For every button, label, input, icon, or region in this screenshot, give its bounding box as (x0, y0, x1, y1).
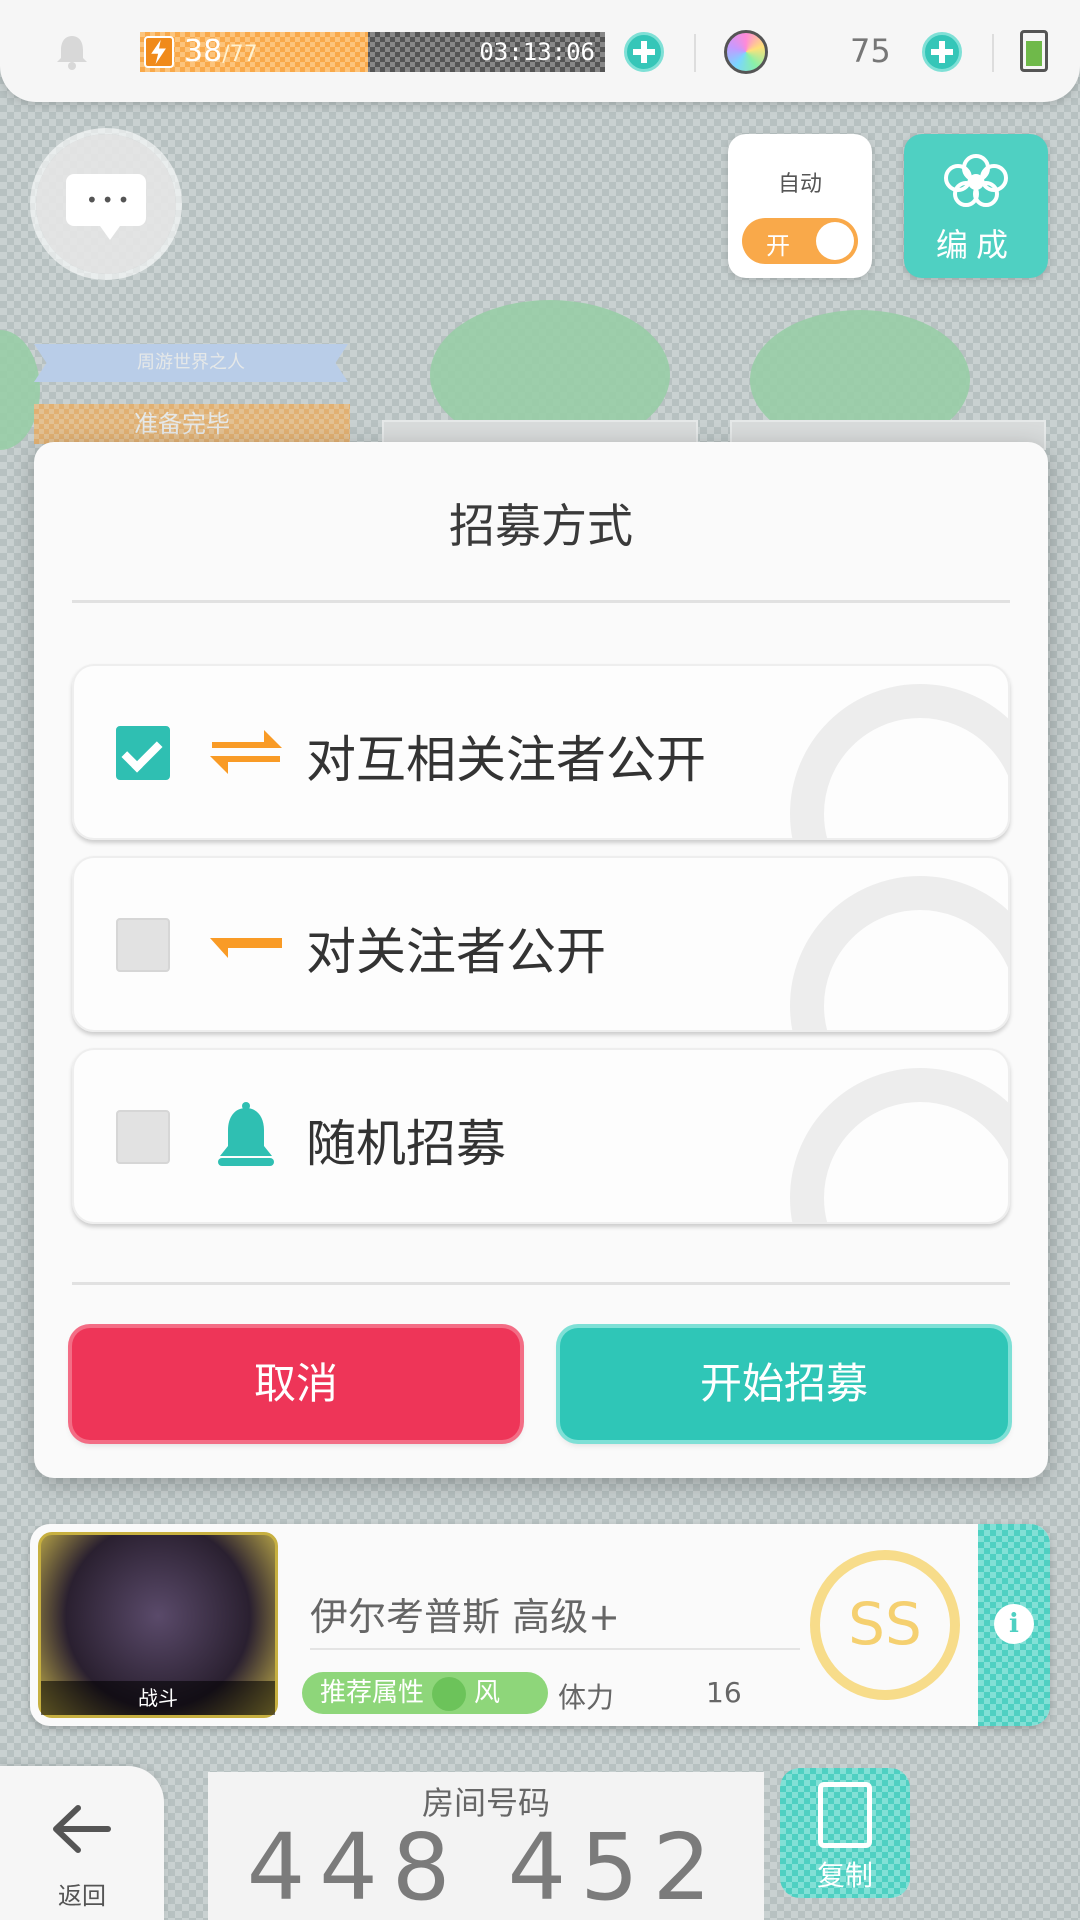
info-icon: i (994, 1604, 1034, 1644)
checkbox[interactable] (116, 1110, 170, 1164)
chat-bubble-icon: ••• (66, 174, 146, 240)
boss-portrait: 战斗 (38, 1532, 278, 1718)
auto-label: 自动 (777, 172, 822, 197)
room-number-panel: 房间号码 448 452 (208, 1772, 764, 1920)
cancel-button[interactable]: 取消 (72, 1328, 520, 1440)
battle-label: 战斗 (41, 1681, 275, 1715)
copy-label: 复制 (816, 1859, 873, 1892)
formation-button[interactable]: 编成 (904, 134, 1048, 278)
top-status-bar: 38/77 03:13:06 75 (0, 0, 1080, 102)
copy-button[interactable]: 复制 (780, 1768, 910, 1898)
stamina-timer: 03:13:06 (479, 38, 595, 66)
battery-icon (1020, 30, 1048, 72)
divider (992, 34, 994, 72)
attribute-prefix: 推荐属性 (320, 1678, 425, 1708)
add-stamina-button[interactable] (624, 32, 664, 72)
divider (694, 34, 696, 72)
lightning-icon (144, 36, 174, 68)
flower-icon (944, 154, 1008, 207)
divider (72, 600, 1010, 603)
option-random[interactable]: 随机招募 (72, 1048, 1010, 1224)
clipboard-icon (818, 1782, 872, 1848)
stamina-readout: 38/77 (184, 34, 258, 69)
wind-icon (432, 1676, 467, 1711)
stamina-cost-value: 16 (706, 1676, 742, 1709)
emblem-watermark (790, 876, 1010, 1032)
recruit-method-dialog: 招募方式 对互相关注者公开 对关注者公开 随机招募 取消 开始招募 (34, 442, 1048, 1478)
follow-arrow-icon (210, 938, 282, 958)
divider (72, 1282, 1010, 1285)
toggle-knob (816, 222, 854, 260)
bell-icon (218, 1102, 274, 1166)
info-button[interactable]: i (978, 1524, 1050, 1726)
gem-count: 75 (850, 32, 891, 70)
emblem-watermark (790, 1068, 1010, 1224)
add-gem-button[interactable] (922, 32, 962, 72)
recommended-attribute-badge: 推荐属性 风 (302, 1672, 548, 1714)
option-label: 随机招募 (306, 1115, 506, 1173)
back-button[interactable]: 返回 (0, 1766, 164, 1920)
dialog-title: 招募方式 (449, 499, 633, 553)
boss-name: 伊尔考普斯 高级+ (310, 1595, 620, 1639)
rank-badge: SS (810, 1550, 960, 1700)
bell-icon[interactable] (50, 30, 94, 74)
chat-button[interactable]: ••• (36, 134, 176, 274)
back-label: 返回 (58, 1882, 106, 1910)
room-number: 448 452 (246, 1814, 726, 1920)
stamina-cost-label: 体力 (558, 1681, 615, 1714)
check-icon (121, 731, 163, 773)
formation-label: 编成 (935, 226, 1016, 264)
auto-toggle-state: 开 (766, 232, 790, 260)
divider (310, 1648, 800, 1650)
auto-toggle[interactable]: 开 (742, 218, 858, 264)
option-followers[interactable]: 对关注者公开 (72, 856, 1010, 1032)
checkbox[interactable] (116, 726, 170, 780)
boss-info-card: 战斗 伊尔考普斯 高级+ 推荐属性 风 体力 16 SS i (30, 1524, 1050, 1726)
gem-icon (724, 30, 768, 74)
mutual-arrows-icon (210, 730, 282, 774)
start-recruit-button[interactable]: 开始招募 (560, 1328, 1008, 1440)
option-label: 对互相关注者公开 (306, 731, 706, 789)
stamina-bar: 38/77 03:13:06 (140, 32, 605, 72)
emblem-watermark (790, 684, 1010, 840)
back-arrow-icon (53, 1805, 111, 1853)
option-label: 对关注者公开 (306, 923, 606, 981)
attribute-value: 风 (474, 1678, 501, 1708)
auto-toggle-panel: 自动 开 (728, 134, 872, 278)
checkbox[interactable] (116, 918, 170, 972)
option-mutual-followers[interactable]: 对互相关注者公开 (72, 664, 1010, 840)
